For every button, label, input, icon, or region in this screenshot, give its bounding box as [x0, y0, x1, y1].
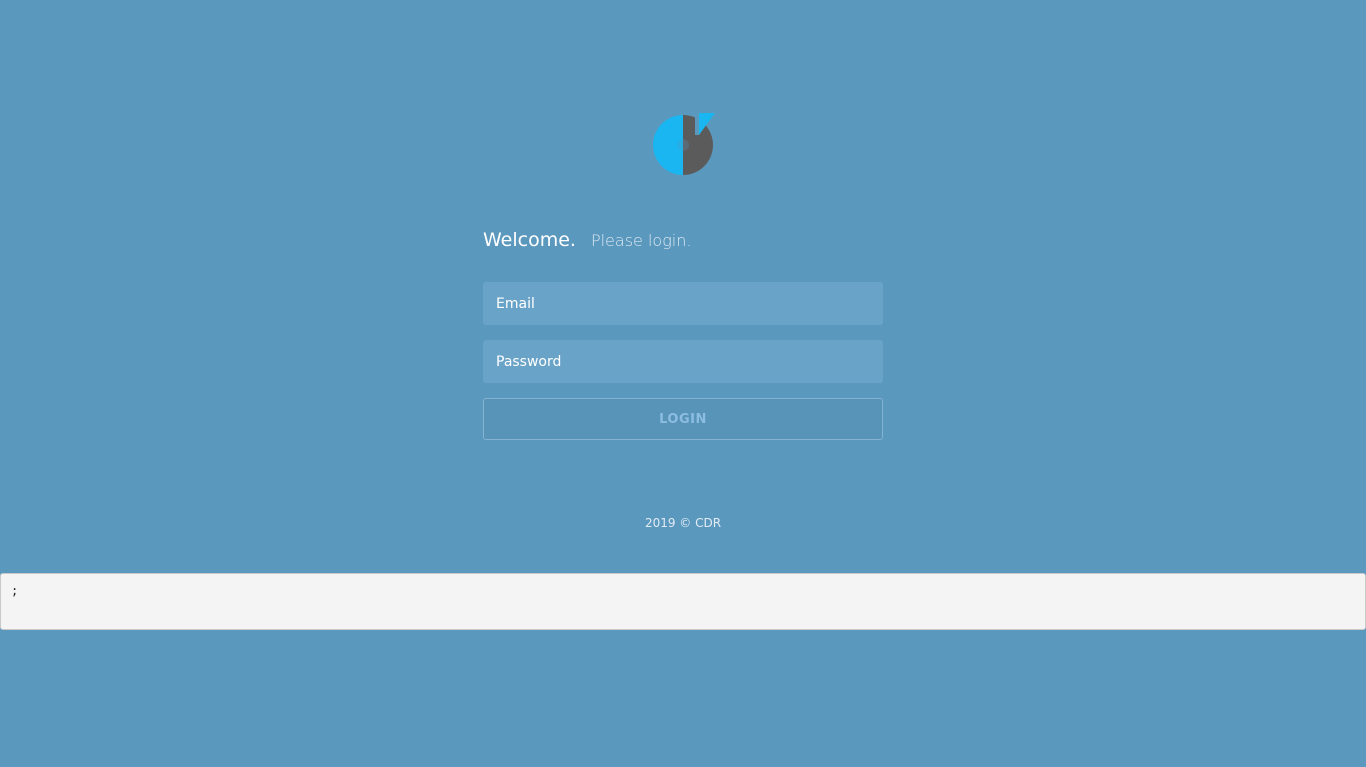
login-heading: Welcome. Please login. — [483, 229, 883, 259]
login-page: Welcome. Please login. LOGIN 2019 © CDR … — [0, 0, 1366, 767]
email-field[interactable] — [483, 282, 883, 325]
debug-output-box: ; — [0, 573, 1366, 630]
login-button[interactable]: LOGIN — [483, 398, 883, 440]
password-field[interactable] — [483, 340, 883, 383]
welcome-title: Welcome. — [483, 229, 576, 251]
debug-output-text: ; — [11, 584, 19, 598]
app-logo-icon — [651, 113, 715, 177]
footer-copyright: 2019 © CDR — [644, 516, 722, 530]
login-subtitle: Please login. — [590, 231, 692, 250]
